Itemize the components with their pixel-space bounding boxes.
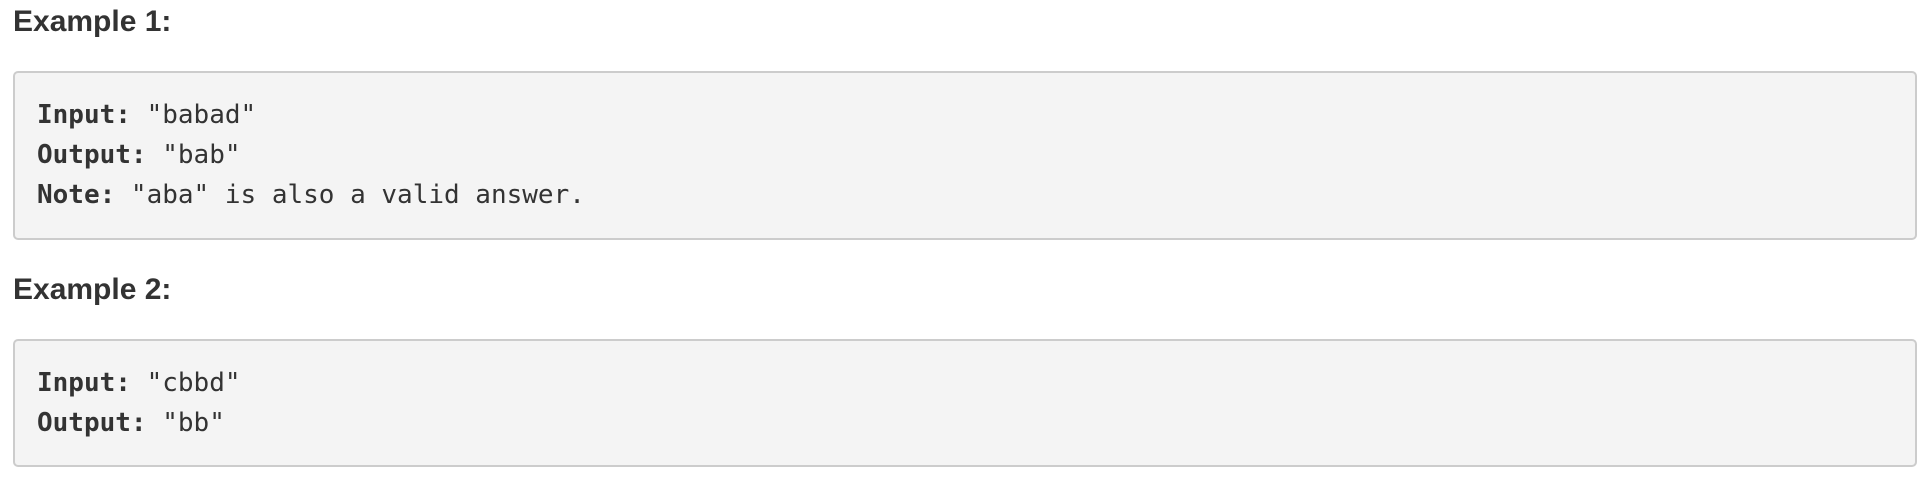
- example-2-code-block: Input: "cbbd" Output: "bb": [13, 339, 1917, 467]
- output-value: "bab": [146, 140, 241, 170]
- input-value: "babad": [130, 100, 257, 130]
- example-2-heading: Example 2:: [13, 273, 172, 306]
- note-line: Note: "aba" is also a valid answer.: [37, 175, 1915, 215]
- output-key: Output:: [37, 408, 147, 438]
- note-key: Note:: [37, 180, 116, 210]
- example-1-code-block: Input: "babad" Output: "bab" Note: "aba" i…: [13, 71, 1917, 240]
- input-line: Input: "cbbd": [37, 363, 1915, 403]
- output-line: Output: "bb": [37, 403, 1915, 443]
- input-key: Input:: [37, 100, 131, 130]
- output-line: Output: "bab": [37, 135, 1915, 175]
- note-value: "aba" is also a valid answer.: [115, 180, 585, 210]
- input-key: Input:: [37, 368, 131, 398]
- output-key: Output:: [37, 140, 147, 170]
- example-1-heading: Example 1:: [13, 5, 172, 38]
- input-value: "cbbd": [130, 368, 241, 398]
- output-value: "bb": [146, 408, 225, 438]
- input-line: Input: "babad": [37, 95, 1915, 135]
